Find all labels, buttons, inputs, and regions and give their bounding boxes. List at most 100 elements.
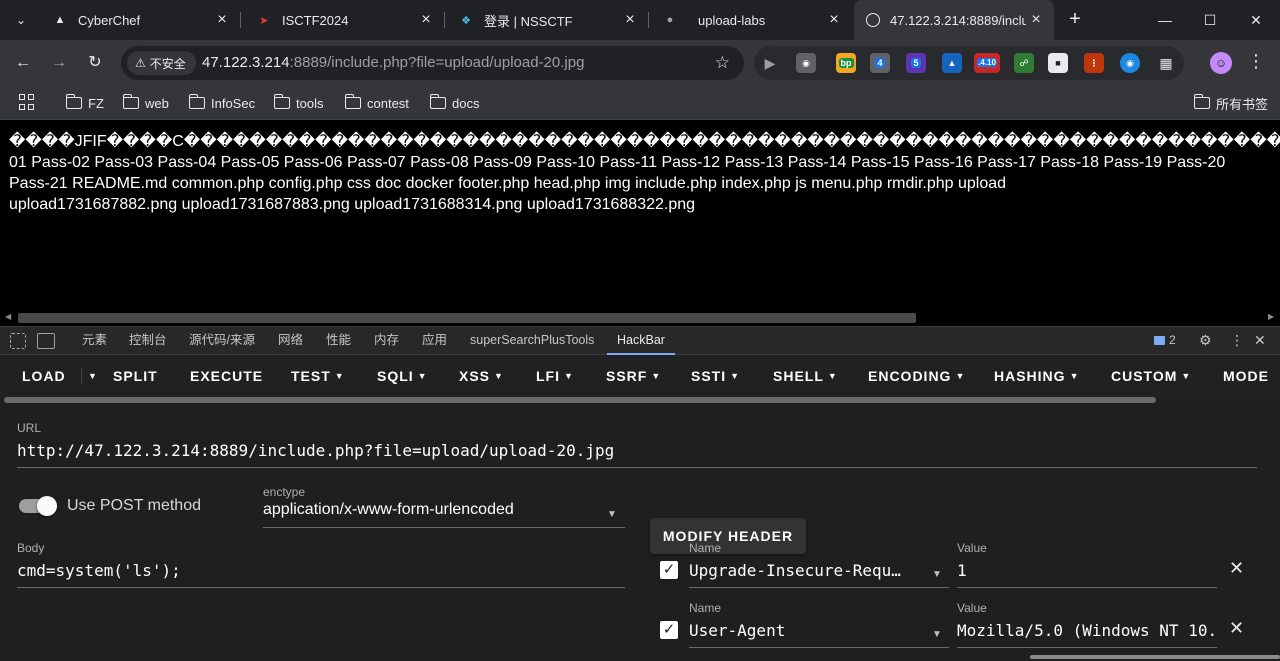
encoding-menu[interactable]: ENCODING ▼ bbox=[868, 368, 965, 384]
page-horizontal-scrollbar[interactable]: ◀ ▶ bbox=[0, 311, 1280, 325]
test-menu[interactable]: TEST ▼ bbox=[291, 368, 345, 384]
devtools-tab-sources[interactable]: 源代码/来源 bbox=[189, 327, 255, 355]
tab-upload-labs[interactable]: ● upload-labs × bbox=[650, 0, 852, 40]
split-button[interactable]: SPLIT bbox=[113, 368, 158, 384]
url-underline bbox=[17, 467, 1257, 468]
custom-label: CUSTOM bbox=[1111, 368, 1178, 384]
ssrf-menu[interactable]: SSRF ▼ bbox=[606, 368, 661, 384]
ssti-menu[interactable]: SSTI ▼ bbox=[691, 368, 740, 384]
header-enabled-checkbox[interactable]: ✓ bbox=[660, 621, 678, 639]
bookmark-folder[interactable]: contest bbox=[344, 93, 409, 113]
site-security-chip[interactable]: ⚠ 不安全 bbox=[127, 51, 196, 75]
settings-gear-icon[interactable]: ⚙ bbox=[1199, 332, 1212, 349]
maximize-button[interactable]: ☐ bbox=[1187, 0, 1233, 40]
remove-header-icon[interactable]: ✕ bbox=[1229, 618, 1244, 639]
devtools-tab-application[interactable]: 应用 bbox=[422, 327, 447, 355]
remove-header-icon[interactable]: ✕ bbox=[1229, 558, 1244, 579]
tab-cyberchef[interactable]: ▲ CyberChef × bbox=[40, 0, 240, 40]
body-input[interactable]: cmd=system('ls'); bbox=[17, 561, 617, 580]
bookmark-folder[interactable]: docs bbox=[429, 93, 479, 113]
puzzle-extensions-icon[interactable]: ▦ bbox=[1156, 53, 1176, 73]
version-extension-icon[interactable]: .4.10 bbox=[974, 53, 1000, 73]
proxy-extension-icon[interactable]: 4 bbox=[870, 53, 890, 73]
back-icon[interactable]: ← bbox=[11, 51, 35, 75]
enctype-dropdown-icon[interactable]: ▼ bbox=[607, 509, 617, 520]
modify-header-button[interactable]: MODIFY HEADER bbox=[650, 518, 806, 554]
inspect-element-icon[interactable] bbox=[10, 333, 26, 349]
bookmark-star-icon[interactable]: ☆ bbox=[715, 53, 730, 73]
close-devtools-icon[interactable]: ✕ bbox=[1254, 332, 1266, 349]
enctype-select[interactable]: application/x-www-form-urlencoded bbox=[263, 501, 593, 519]
sqli-menu[interactable]: SQLI ▼ bbox=[377, 368, 428, 384]
tab-close-icon[interactable]: × bbox=[620, 11, 640, 29]
devtools-tab-performance[interactable]: 性能 bbox=[326, 327, 351, 355]
bookmark-folder[interactable]: FZ bbox=[65, 93, 104, 113]
bookmark-folder[interactable]: InfoSec bbox=[188, 93, 256, 113]
tab-close-icon[interactable]: × bbox=[212, 11, 232, 29]
tab-include-php[interactable]: 47.122.3.214:8889/inclu × bbox=[854, 0, 1054, 40]
shell-menu[interactable]: SHELL ▼ bbox=[773, 368, 838, 384]
scroll-left-icon[interactable]: ◀ bbox=[5, 312, 11, 321]
wappalyzer-extension-icon[interactable]: ▲ bbox=[942, 53, 962, 73]
apps-grid-icon[interactable] bbox=[19, 94, 35, 110]
reload-icon[interactable]: ↻ bbox=[83, 51, 107, 75]
close-window-button[interactable]: ✕ bbox=[1233, 0, 1279, 40]
xss-menu[interactable]: XSS ▼ bbox=[459, 368, 504, 384]
hashing-menu[interactable]: HASHING ▼ bbox=[994, 368, 1079, 384]
minimize-button[interactable]: — bbox=[1142, 0, 1188, 40]
profile-avatar[interactable]: ☺ bbox=[1210, 52, 1232, 74]
execute-button[interactable]: EXECUTE bbox=[190, 368, 263, 384]
header-name-dropdown-icon[interactable]: ▼ bbox=[932, 569, 942, 580]
tab-search-icon[interactable]: ⌄ bbox=[10, 10, 32, 30]
page-viewport: ����JFIF����C���������������������������… bbox=[0, 121, 1280, 326]
new-tab-button[interactable]: + bbox=[1064, 9, 1086, 31]
burp-extension-icon[interactable]: bp bbox=[836, 53, 856, 73]
custom-menu[interactable]: CUSTOM ▼ bbox=[1111, 368, 1191, 384]
mask-extension-icon[interactable]: ◉ bbox=[796, 53, 816, 73]
header-value-input[interactable]: 1 bbox=[957, 561, 1215, 580]
devtools-tab-network[interactable]: 网络 bbox=[278, 327, 303, 355]
tab-nssctf[interactable]: ❖ 登录 | NSSCTF × bbox=[446, 0, 648, 40]
header-enabled-checkbox[interactable]: ✓ bbox=[660, 561, 678, 579]
load-button[interactable]: LOAD bbox=[22, 368, 66, 384]
devtools-tab-supersearch[interactable]: superSearchPlusTools bbox=[470, 327, 594, 355]
bookmark-folder[interactable]: tools bbox=[273, 93, 323, 113]
lfi-menu[interactable]: LFI ▼ bbox=[536, 368, 574, 384]
post-method-toggle[interactable] bbox=[19, 496, 57, 516]
devtools-tab-hackbar[interactable]: HackBar bbox=[607, 327, 675, 355]
link-extension-icon[interactable]: ☍ bbox=[1014, 53, 1034, 73]
bottom-scrollbar-thumb[interactable] bbox=[1030, 655, 1280, 659]
bookmark-folder[interactable]: web bbox=[122, 93, 169, 113]
devtools-menu-icon[interactable]: ⋮ bbox=[1230, 332, 1244, 349]
devtools-tab-elements[interactable]: 元素 bbox=[82, 327, 107, 355]
url-text[interactable]: 47.122.3.214:8889/include.php?file=uploa… bbox=[202, 54, 584, 71]
issues-badge[interactable]: 2 bbox=[1154, 333, 1176, 347]
tab-isctf[interactable]: ➤ ISCTF2024 × bbox=[244, 0, 444, 40]
hat-extension-icon[interactable]: 5 bbox=[906, 53, 926, 73]
all-bookmarks[interactable]: 所有书签 bbox=[1193, 93, 1268, 113]
browser-menu-icon[interactable]: ⋮ bbox=[1247, 51, 1265, 72]
play-extension-icon[interactable]: ▶ bbox=[760, 53, 780, 73]
mode-menu[interactable]: MODE bbox=[1223, 368, 1269, 384]
ssrf-label: SSRF bbox=[606, 368, 648, 384]
devtools-tab-memory[interactable]: 内存 bbox=[374, 327, 399, 355]
format-extension-icon[interactable]: ⋮ bbox=[1084, 53, 1104, 73]
address-bar[interactable]: ⚠ 不安全 47.122.3.214:8889/include.php?file… bbox=[121, 46, 744, 80]
scroll-right-icon[interactable]: ▶ bbox=[1268, 312, 1274, 321]
note-extension-icon[interactable]: ■ bbox=[1048, 53, 1068, 73]
header-name-input[interactable]: User-Agent bbox=[689, 621, 921, 640]
eye-extension-icon[interactable]: ◉ bbox=[1120, 53, 1140, 73]
header-value-input[interactable]: Mozilla/5.0 (Windows NT 10. bbox=[957, 621, 1219, 640]
url-input[interactable]: http://47.122.3.214:8889/include.php?fil… bbox=[17, 441, 1247, 460]
scrollbar-thumb[interactable] bbox=[18, 313, 916, 323]
tab-close-icon[interactable]: × bbox=[416, 11, 436, 29]
tab-close-icon[interactable]: × bbox=[824, 11, 844, 29]
load-dropdown-icon[interactable]: ▼ bbox=[81, 368, 98, 384]
forward-icon[interactable]: → bbox=[47, 51, 71, 75]
device-toolbar-icon[interactable] bbox=[37, 333, 55, 349]
tab-close-icon[interactable]: × bbox=[1026, 11, 1046, 29]
header-name-dropdown-icon[interactable]: ▼ bbox=[932, 629, 942, 640]
header-name-input[interactable]: Upgrade-Insecure-Requ… bbox=[689, 561, 921, 580]
bookmark-label: InfoSec bbox=[211, 95, 256, 111]
devtools-tab-console[interactable]: 控制台 bbox=[129, 327, 167, 355]
